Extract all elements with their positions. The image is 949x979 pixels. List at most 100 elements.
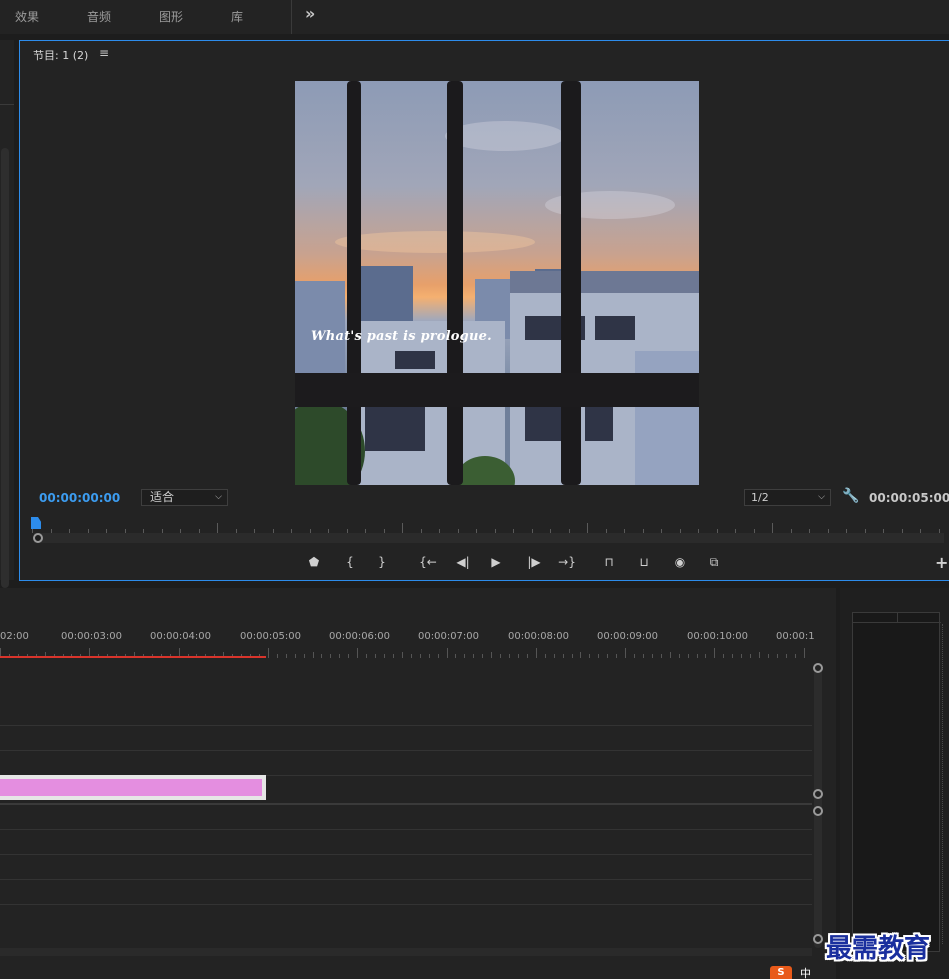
ruler-tick bbox=[571, 654, 573, 658]
ruler-tick bbox=[732, 654, 734, 658]
ruler-tick bbox=[634, 654, 636, 658]
scrollbar-handle[interactable] bbox=[33, 533, 43, 543]
watermark-logo: 最需教育 bbox=[826, 934, 931, 964]
overflow-chevron-icon[interactable]: » bbox=[305, 4, 315, 23]
building-window bbox=[365, 401, 425, 451]
ruler-tick bbox=[544, 654, 546, 658]
audio-meters-panel bbox=[840, 588, 949, 979]
step-forward-button[interactable]: |▶ bbox=[522, 553, 546, 571]
ruler-tick bbox=[285, 654, 287, 658]
ruler-tick bbox=[446, 648, 448, 658]
panel-menu-icon[interactable]: ≡ bbox=[99, 46, 109, 60]
monitor-zoom-scrollbar[interactable] bbox=[34, 533, 944, 543]
ruler-tick bbox=[473, 654, 475, 658]
ruler-tick bbox=[517, 654, 519, 658]
add-marker-button[interactable]: ⬟ bbox=[304, 553, 324, 571]
ime-logo-icon[interactable]: S bbox=[770, 966, 792, 979]
monitor-time-ruler[interactable] bbox=[32, 519, 942, 533]
scrollbar-handle[interactable] bbox=[813, 789, 823, 799]
wrench-settings-icon[interactable]: 🔧 bbox=[842, 488, 859, 504]
ime-language-indicator[interactable]: 中 bbox=[800, 965, 811, 979]
scrollbar-handle[interactable] bbox=[813, 934, 823, 944]
tab-audio[interactable]: 音频 bbox=[87, 8, 111, 25]
tab-effects[interactable]: 效果 bbox=[15, 8, 39, 25]
ruler-tick bbox=[767, 654, 769, 658]
time-ruler-label: 00:00:09:00 bbox=[597, 631, 659, 642]
ruler-tick bbox=[803, 648, 805, 658]
left-panel-scrollbar[interactable] bbox=[1, 148, 9, 588]
go-to-out-button[interactable]: →} bbox=[555, 553, 579, 571]
scrollbar-handle[interactable] bbox=[813, 806, 823, 816]
timeline-panel: 02:00 00:00:03:00 00:00:04:00 00:00:05:0… bbox=[0, 588, 836, 979]
ruler-tick bbox=[482, 654, 484, 658]
track-divider bbox=[0, 879, 812, 880]
time-ruler-label: 00:00:03:00 bbox=[61, 631, 123, 642]
tab-graphics[interactable]: 图形 bbox=[159, 8, 183, 25]
ruler-tick bbox=[562, 654, 564, 658]
track-divider bbox=[0, 904, 812, 905]
ruler-tick bbox=[616, 654, 618, 658]
camera-icon[interactable]: ◉ bbox=[670, 553, 690, 571]
zoom-fit-value: 适合 bbox=[150, 490, 175, 504]
timeline-horizontal-scrollbar[interactable] bbox=[0, 948, 812, 956]
ruler-tick bbox=[402, 523, 403, 533]
track-divider bbox=[0, 854, 812, 855]
step-back-button[interactable]: ◀| bbox=[451, 553, 475, 571]
ruler-tick bbox=[607, 654, 609, 658]
extract-button[interactable]: ⊔ bbox=[634, 553, 654, 571]
ruler-tick bbox=[642, 654, 644, 658]
cloud-shape bbox=[335, 231, 535, 253]
program-monitor: 节目: 1 (2) ≡ What's past is prologue. 00:… bbox=[19, 40, 949, 581]
scrollbar-handle[interactable] bbox=[813, 663, 823, 673]
time-ruler-label: 00:00:07:00 bbox=[418, 631, 480, 642]
audio-meter-header bbox=[853, 613, 941, 623]
current-timecode[interactable]: 00:00:00:00 bbox=[39, 491, 120, 505]
ruler-tick bbox=[303, 654, 305, 658]
ruler-tick bbox=[455, 654, 457, 658]
left-panel-divider bbox=[0, 104, 14, 105]
ruler-tick bbox=[651, 654, 653, 658]
comparison-view-button[interactable]: ⧉ bbox=[704, 553, 724, 571]
ruler-tick bbox=[267, 648, 269, 658]
video-frame: What's past is prologue. bbox=[295, 81, 699, 485]
playback-resolution-select[interactable]: 1/2 ⌵ bbox=[744, 489, 831, 506]
button-editor-plus-icon[interactable]: + bbox=[935, 553, 948, 572]
left-panel-edge bbox=[0, 40, 14, 588]
ruler-tick bbox=[553, 654, 555, 658]
ruler-tick bbox=[330, 654, 332, 658]
ruler-tick bbox=[687, 654, 689, 658]
ruler-tick bbox=[776, 654, 778, 658]
ruler-tick bbox=[509, 654, 510, 658]
zoom-fit-select[interactable]: 适合 ⌵ bbox=[141, 489, 228, 506]
monitor-title: 节目: 1 (2) bbox=[33, 49, 89, 62]
work-area-bar[interactable] bbox=[0, 656, 266, 658]
ruler-tick bbox=[696, 654, 698, 658]
ruler-tick bbox=[750, 654, 752, 658]
ruler-tick bbox=[339, 654, 341, 658]
mark-in-button[interactable]: { bbox=[340, 553, 360, 571]
ruler-tick bbox=[526, 654, 528, 658]
lift-button[interactable]: ⊓ bbox=[599, 553, 619, 571]
ruler-tick bbox=[217, 523, 218, 533]
building-roof bbox=[510, 271, 699, 293]
ruler-tick bbox=[500, 654, 502, 658]
video-caption-text: What's past is prologue. bbox=[311, 329, 492, 344]
ruler-tick bbox=[464, 654, 466, 658]
time-ruler-label: 00:00:10:00 bbox=[687, 631, 749, 642]
tab-libraries[interactable]: 库 bbox=[231, 8, 243, 25]
ruler-tick bbox=[348, 654, 350, 658]
cloud-shape bbox=[445, 121, 565, 151]
ruler-tick bbox=[580, 652, 582, 658]
go-to-in-button[interactable]: {← bbox=[416, 553, 440, 571]
ruler-tick bbox=[383, 654, 385, 658]
window-bar bbox=[347, 81, 361, 485]
play-button[interactable]: ▶ bbox=[486, 553, 506, 571]
timeline-time-ruler-area[interactable]: 02:00 00:00:03:00 00:00:04:00 00:00:05:0… bbox=[0, 588, 836, 658]
ruler-tick bbox=[785, 654, 787, 658]
ruler-tick bbox=[772, 523, 773, 533]
ruler-tick bbox=[276, 654, 278, 658]
workspace-tabbar: 效果 音频 图形 库 » bbox=[0, 0, 949, 34]
mark-out-button[interactable]: } bbox=[372, 553, 392, 571]
timeline-clip[interactable] bbox=[0, 775, 266, 800]
meter-channel-divider bbox=[897, 613, 898, 623]
